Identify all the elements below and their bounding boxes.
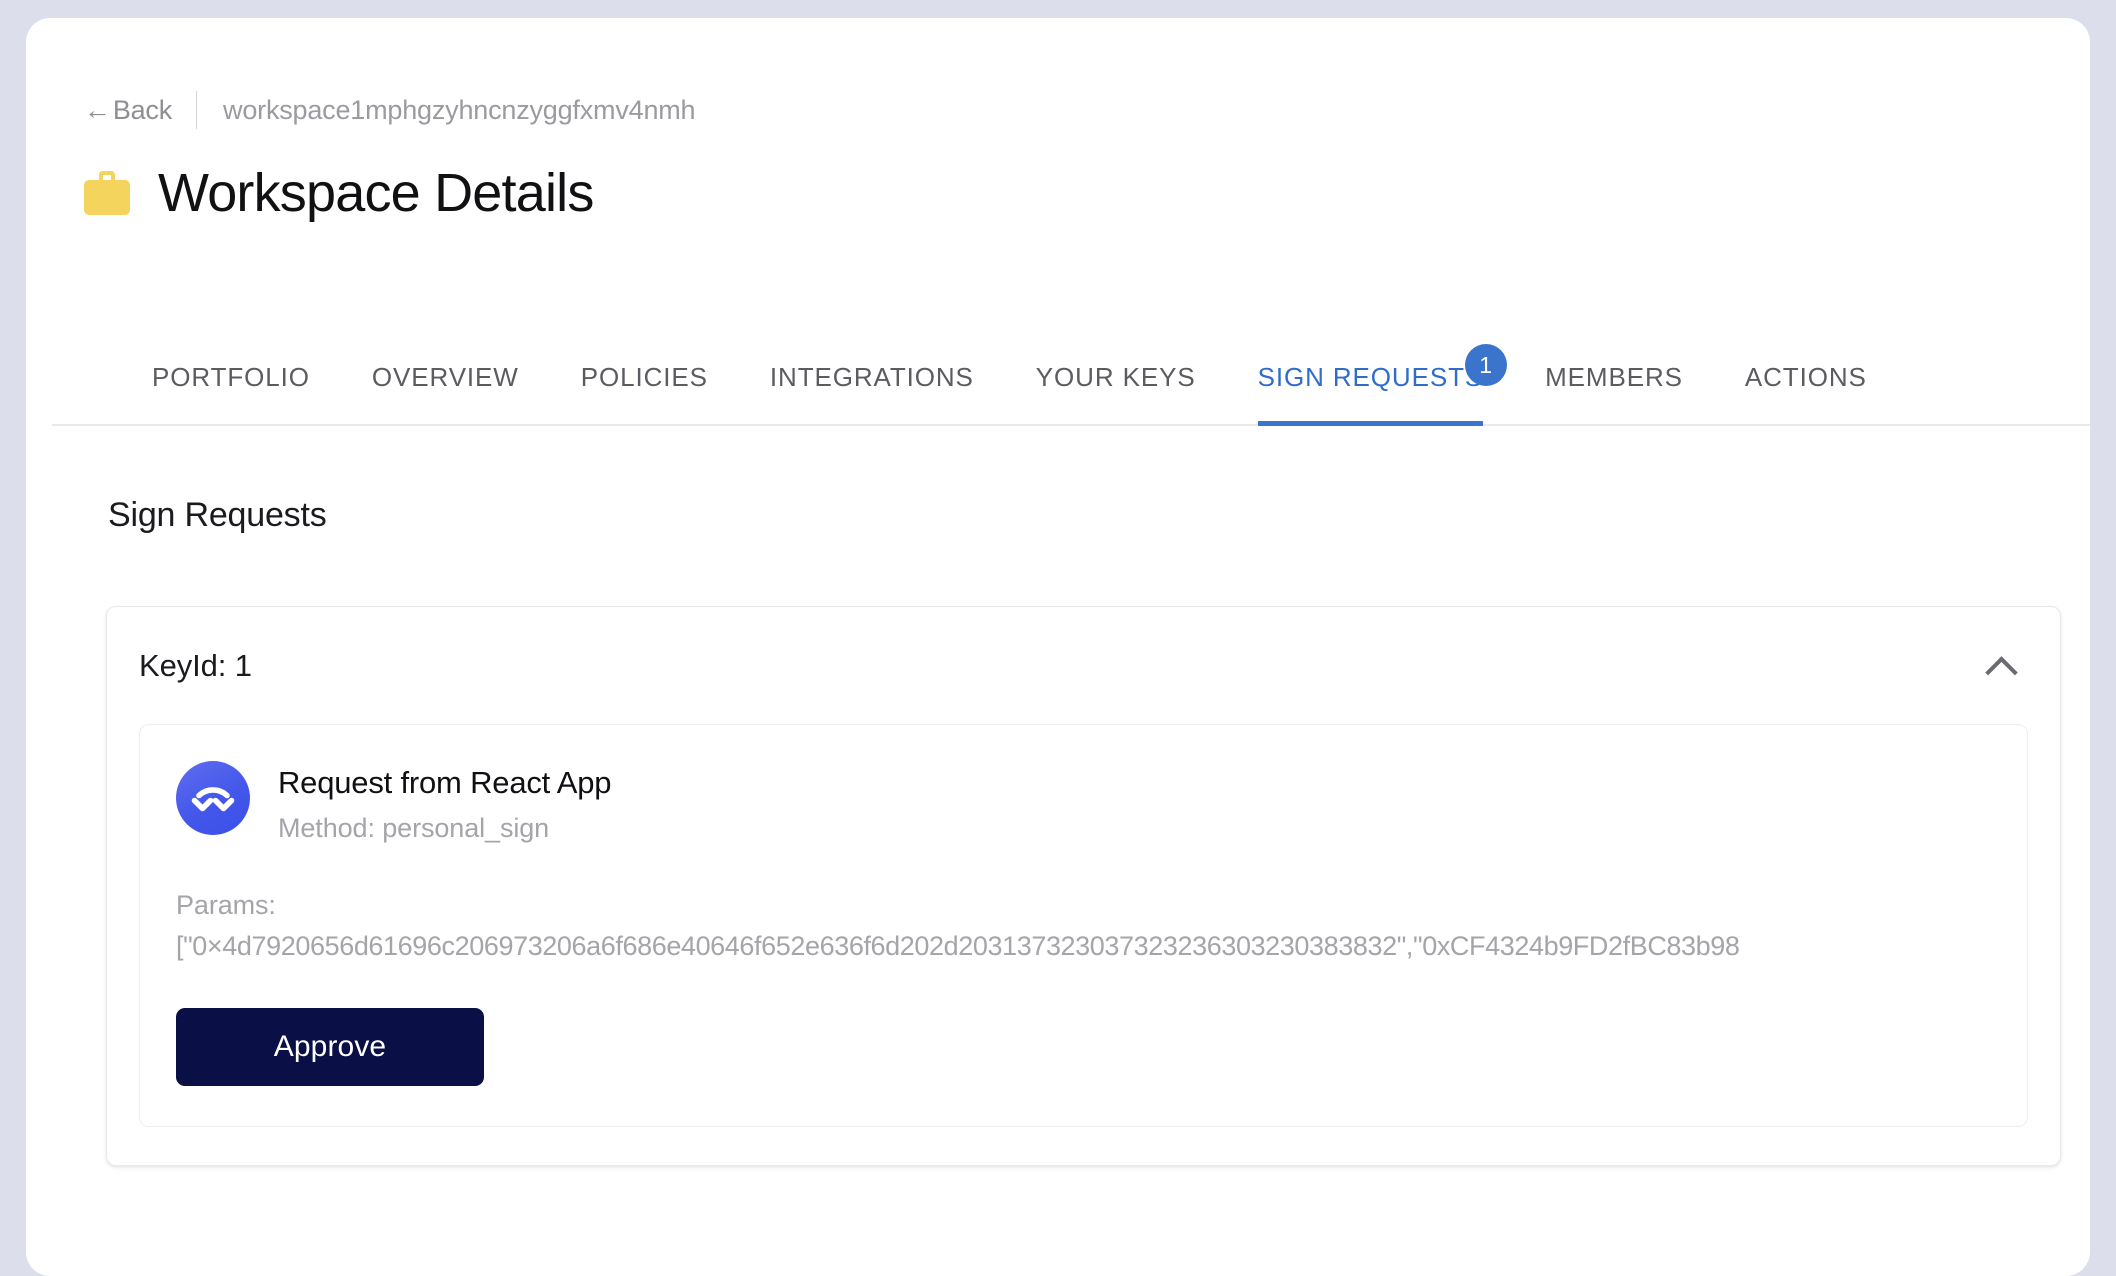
breadcrumb-divider	[196, 91, 198, 129]
tab-label: YOUR KEYS	[1035, 362, 1196, 392]
request-method: Method: personal_sign	[278, 813, 550, 843]
tab-label: MEMBERS	[1545, 362, 1683, 392]
back-label: Back	[112, 94, 173, 125]
tab-overview[interactable]: OVERVIEW	[372, 358, 519, 426]
tab-label: ACTIONS	[1744, 362, 1867, 392]
tab-sign-requests[interactable]: SIGN REQUESTS 1	[1257, 344, 1508, 426]
active-tab-indicator	[1257, 421, 1484, 426]
tab-label: OVERVIEW	[371, 362, 519, 392]
sign-request-group-card: KeyId: 1 Request from React App Method: …	[106, 606, 2061, 1166]
tab-policies[interactable]: POLICIES	[581, 358, 708, 426]
tab-portfolio[interactable]: PORTFOLIO	[152, 358, 310, 426]
group-header-toggle[interactable]: KeyId: 1	[107, 607, 2060, 724]
tab-label: PORTFOLIO	[152, 362, 310, 392]
tab-actions[interactable]: ACTIONS	[1745, 358, 1867, 426]
page-title: Workspace Details	[158, 163, 594, 223]
back-button[interactable]: ← Back	[84, 94, 173, 125]
params-label: Params:	[176, 890, 276, 920]
sign-requests-badge: 1	[1465, 344, 1508, 386]
tab-members[interactable]: MEMBERS	[1545, 358, 1683, 426]
tab-label: POLICIES	[580, 362, 708, 392]
tab-your-keys[interactable]: YOUR KEYS	[1036, 358, 1196, 426]
tab-label: INTEGRATIONS	[769, 362, 974, 392]
group-key-id-label: KeyId: 1	[139, 647, 252, 683]
page-title-row: Workspace Details	[84, 166, 594, 220]
request-title: Request from React App	[278, 765, 612, 800]
params-value: ["0×4d7920656d61696c206973206a6f686e4064…	[176, 931, 1740, 961]
walletconnect-icon	[176, 761, 250, 835]
approve-button[interactable]: Approve	[176, 1008, 484, 1086]
tab-label: SIGN REQUESTS	[1257, 362, 1484, 392]
tab-integrations[interactable]: INTEGRATIONS	[770, 358, 974, 426]
tab-bar: PORTFOLIO OVERVIEW POLICIES INTEGRATIONS…	[26, 344, 2090, 426]
breadcrumb: ← Back workspace1mphgzyhncnzyggfxmv4nmh	[84, 90, 696, 130]
section-title: Sign Requests	[108, 496, 327, 534]
back-arrow-icon: ←	[84, 94, 111, 125]
request-header: Request from React App Method: personal_…	[176, 759, 1991, 844]
briefcase-icon	[84, 171, 130, 215]
chevron-up-icon[interactable]	[1984, 649, 2018, 683]
workspace-id-text: workspace1mphgzyhncnzyggfxmv4nmh	[223, 94, 696, 125]
request-params: Params: ["0×4d7920656d61696c206973206a6f…	[176, 890, 1991, 962]
workspace-details-page: ← Back workspace1mphgzyhncnzyggfxmv4nmh …	[26, 18, 2090, 1276]
sign-request-card: Request from React App Method: personal_…	[139, 724, 2028, 1127]
request-header-text: Request from React App Method: personal_…	[278, 759, 612, 844]
